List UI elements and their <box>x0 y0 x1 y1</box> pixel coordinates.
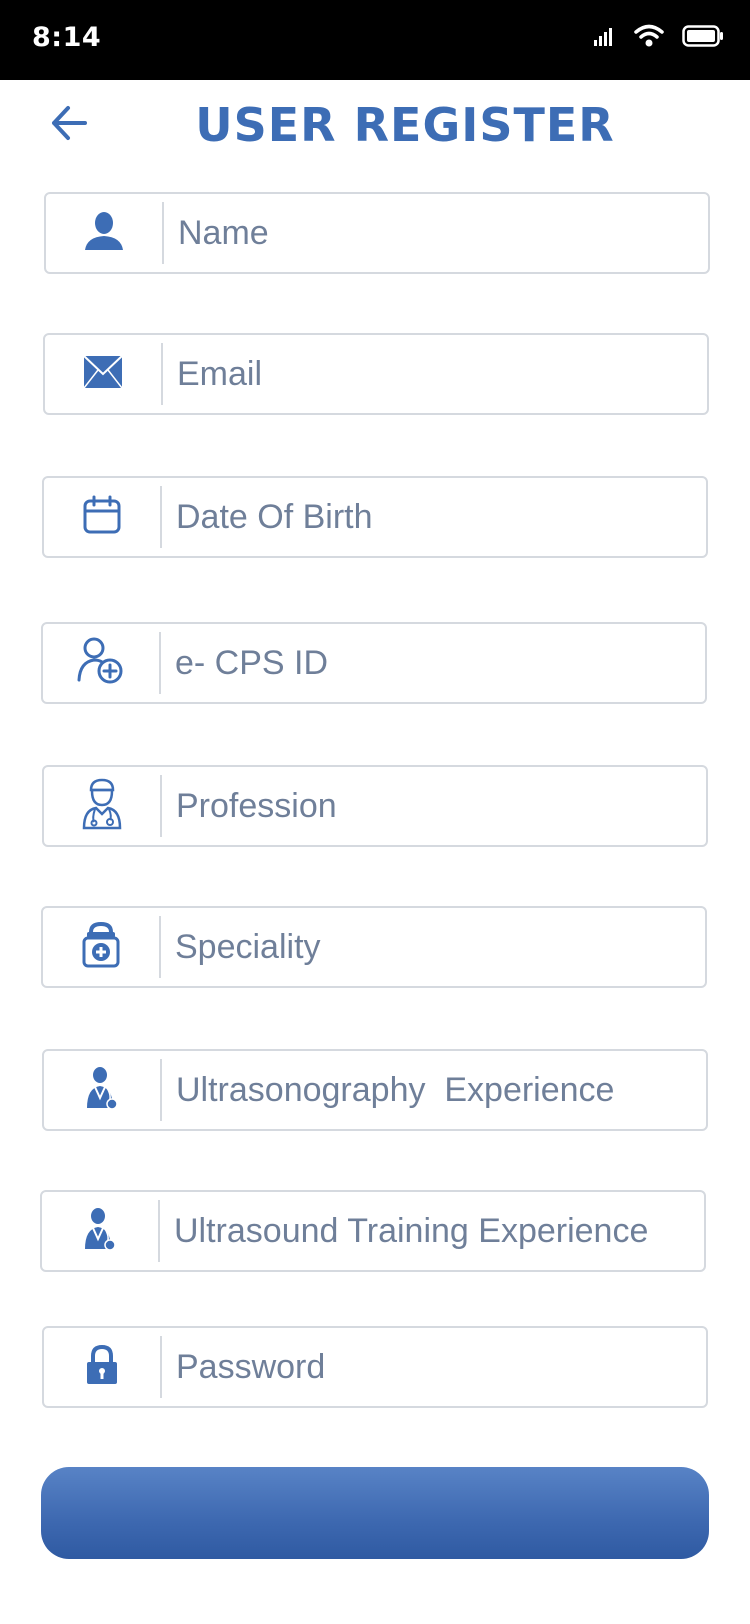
doctor-stethoscope-icon <box>83 1207 117 1255</box>
ecps-id-input[interactable] <box>161 624 705 702</box>
password-field[interactable] <box>42 1326 708 1408</box>
dob-field[interactable] <box>42 476 708 558</box>
doctor-stethoscope-icon <box>85 1066 119 1114</box>
battery-icon <box>682 25 724 51</box>
lock-icon <box>85 1344 119 1389</box>
speciality-field-icon-box <box>43 916 161 978</box>
email-input[interactable] <box>163 335 707 413</box>
page-title: USER REGISTER <box>195 98 615 152</box>
profession-field-icon-box <box>44 775 162 837</box>
training-experience-field-icon-box <box>42 1200 160 1262</box>
training-experience-field[interactable] <box>40 1190 706 1272</box>
email-field[interactable] <box>43 333 709 415</box>
speciality-input[interactable] <box>161 908 705 986</box>
envelope-icon <box>83 355 123 393</box>
name-field-icon-box <box>46 202 164 264</box>
user-add-icon <box>76 636 126 690</box>
signal-icon <box>594 26 616 50</box>
calendar-icon <box>82 495 122 539</box>
password-field-icon-box <box>44 1336 162 1398</box>
training-experience-input[interactable] <box>160 1192 704 1270</box>
person-icon <box>83 210 125 256</box>
status-time: 8:14 <box>32 22 102 53</box>
doctor-icon <box>82 778 122 834</box>
name-field[interactable] <box>44 192 710 274</box>
header: USER REGISTER <box>0 80 750 172</box>
name-input[interactable] <box>164 194 708 272</box>
usg-experience-field[interactable] <box>42 1049 708 1131</box>
speciality-field[interactable] <box>41 906 707 988</box>
wifi-icon <box>634 24 664 52</box>
dob-field-icon-box <box>44 486 162 548</box>
status-bar: 8:14 <box>0 0 750 80</box>
usg-experience-field-icon-box <box>44 1059 162 1121</box>
ecps-id-field-icon-box <box>43 632 161 694</box>
medical-kit-icon <box>81 921 121 972</box>
register-button[interactable] <box>41 1467 709 1559</box>
usg-experience-input[interactable] <box>162 1051 706 1129</box>
email-field-icon-box <box>45 343 163 405</box>
ecps-id-field[interactable] <box>41 622 707 704</box>
profession-field[interactable] <box>42 765 708 847</box>
dob-input[interactable] <box>162 478 706 556</box>
status-icons <box>594 24 724 52</box>
profession-input[interactable] <box>162 767 706 845</box>
password-input[interactable] <box>162 1328 706 1406</box>
